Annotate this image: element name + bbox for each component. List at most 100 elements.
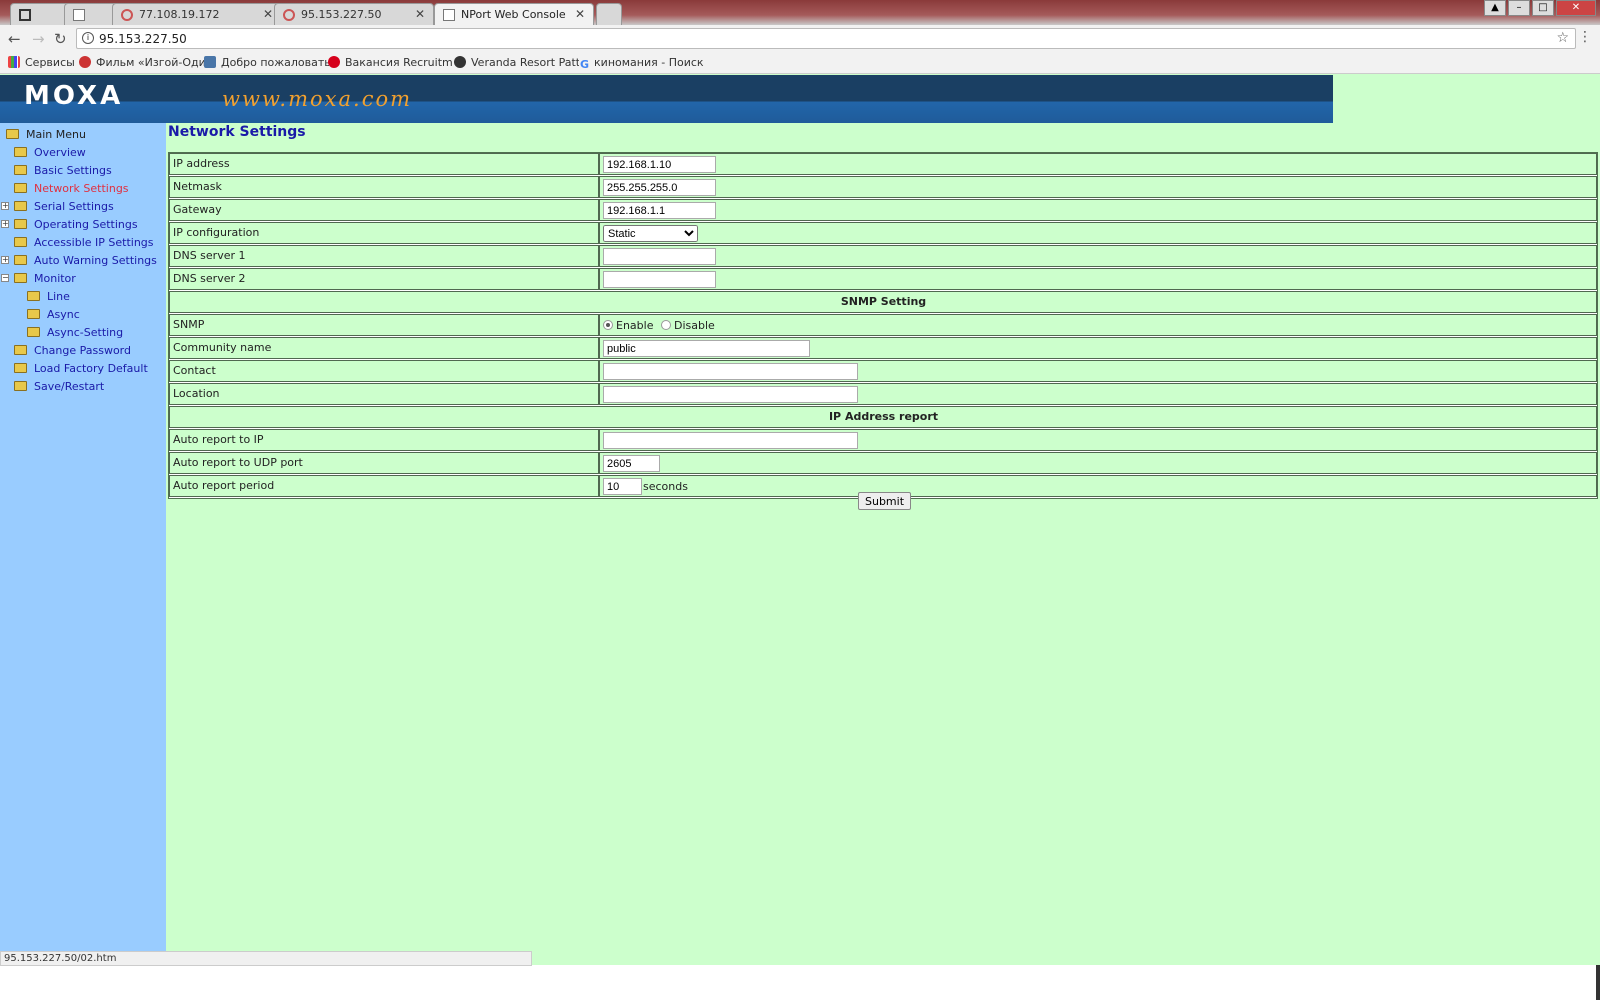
row-gateway: Gateway (169, 199, 1597, 222)
ip-address-input[interactable] (603, 156, 716, 173)
sidebar-root[interactable]: Main Menu (6, 128, 86, 141)
folder-icon (27, 327, 40, 337)
page-icon (443, 9, 455, 21)
bookmark-star-icon[interactable]: ☆ (1556, 30, 1569, 46)
sidebar-item-overview[interactable]: Overview (14, 146, 86, 159)
field-label: Auto report to IP (169, 429, 599, 451)
page-content: MOXA www.moxa.com Main Menu Overview Bas… (0, 74, 1600, 965)
network-settings-form: IP address Netmask Gateway IP configurat… (168, 152, 1598, 499)
location-input[interactable] (603, 386, 858, 403)
url-text: 95.153.227.50 (99, 32, 187, 46)
dns-server-1-input[interactable] (603, 248, 716, 265)
bookmark-apps[interactable]: Сервисы (8, 56, 75, 69)
field-label: Contact (169, 360, 599, 382)
sidebar-item-change-password[interactable]: Change Password (14, 344, 131, 357)
bookmarks-bar: Сервисы Фильм «Изгой-Один Добро пожалова… (0, 52, 1600, 74)
sidebar-item-auto-warning[interactable]: + Auto Warning Settings (1, 254, 157, 267)
row-ip-address: IP address (169, 153, 1597, 176)
tab-label: 95.153.227.50 (301, 8, 382, 21)
new-tab-button[interactable] (596, 3, 622, 25)
open-folder-icon (6, 129, 19, 139)
field-label: Netmask (169, 176, 599, 198)
snmp-section-header: SNMP Setting (169, 291, 1597, 313)
tab-pinned-1[interactable] (10, 3, 70, 25)
field-label: SNMP (169, 314, 599, 336)
sidebar-menu: Main Menu Overview Basic Settings Networ… (0, 123, 166, 965)
info-icon[interactable]: i (82, 32, 94, 44)
field-label: Community name (169, 337, 599, 359)
sidebar-item-monitor[interactable]: − Monitor (1, 272, 76, 285)
dns-server-2-input[interactable] (603, 271, 716, 288)
submit-button[interactable]: Submit (858, 492, 912, 510)
forward-icon[interactable]: → (32, 30, 45, 48)
tab-3[interactable]: 77.108.19.172 ✕ (112, 3, 282, 25)
sidebar-item-line[interactable]: Line (27, 290, 70, 303)
bookmark-tripadvisor[interactable]: Veranda Resort Patta (454, 56, 579, 69)
close-tab-icon[interactable]: ✕ (263, 7, 273, 21)
hh-icon (328, 56, 340, 68)
folder-icon (27, 291, 40, 301)
sidebar-item-async-setting[interactable]: Async-Setting (27, 326, 123, 339)
sidebar-item-network-settings[interactable]: Network Settings (14, 182, 129, 195)
sidebar-item-load-factory-default[interactable]: Load Factory Default (14, 362, 148, 375)
row-dns1: DNS server 1 (169, 245, 1597, 268)
sidebar-item-async[interactable]: Async (27, 308, 80, 321)
snmp-disable-radio[interactable]: Disable (660, 319, 715, 332)
auto-report-port-input[interactable] (603, 455, 660, 472)
row-ip-configuration: IP configuration Static (169, 222, 1597, 245)
tab-pinned-2[interactable] (64, 3, 119, 25)
field-label: Auto report period (169, 475, 599, 497)
expand-icon[interactable]: + (1, 220, 9, 228)
bookmark-film[interactable]: Фильм «Изгой-Один (79, 56, 204, 69)
auto-report-ip-input[interactable] (603, 432, 858, 449)
field-label: DNS server 1 (169, 245, 599, 267)
sidebar-item-accessible-ip[interactable]: Accessible IP Settings (14, 236, 154, 249)
gateway-input[interactable] (603, 202, 716, 219)
folder-icon (14, 345, 27, 355)
moxa-logo: MOXA (24, 81, 124, 111)
sidebar-item-basic-settings[interactable]: Basic Settings (14, 164, 112, 177)
maximize-button[interactable]: □ (1532, 0, 1554, 16)
contact-input[interactable] (603, 363, 858, 380)
snmp-enable-radio[interactable]: Enable (603, 319, 653, 332)
sidebar-item-operating-settings[interactable]: + Operating Settings (1, 218, 138, 231)
auto-report-period-input[interactable] (603, 478, 642, 495)
bookmark-hh[interactable]: Вакансия Recruitmer (328, 56, 453, 69)
sidebar-item-serial-settings[interactable]: + Serial Settings (1, 200, 114, 213)
menu-icon[interactable]: ⋮ (1578, 29, 1592, 45)
bookmark-vk[interactable]: Добро пожаловать (204, 56, 329, 69)
community-name-input[interactable] (603, 340, 810, 357)
user-icon[interactable]: ▲ (1484, 0, 1506, 16)
window-controls: ▲ – □ ✕ (1484, 0, 1596, 16)
tab-4[interactable]: 95.153.227.50 ✕ (274, 3, 434, 25)
field-label: IP configuration (169, 222, 599, 244)
row-location: Location (169, 383, 1597, 406)
collapse-icon[interactable]: − (1, 274, 9, 282)
back-icon[interactable]: ← (8, 30, 21, 48)
netmask-input[interactable] (603, 179, 716, 196)
folder-icon (14, 363, 27, 373)
expand-icon[interactable]: + (1, 256, 9, 264)
seconds-unit: seconds (643, 480, 688, 493)
tab-active[interactable]: NPort Web Console ✕ (434, 3, 594, 25)
sidebar-item-save-restart[interactable]: Save/Restart (14, 380, 104, 393)
reload-icon[interactable]: ↻ (54, 30, 67, 48)
field-label: IP address (169, 153, 599, 175)
address-bar-row: ← → ↻ i 95.153.227.50 ☆ ⋮ (0, 25, 1600, 52)
row-report-ip: Auto report to IP (169, 429, 1597, 452)
ip-configuration-select[interactable]: Static (603, 225, 698, 242)
radio-selected-icon (603, 320, 613, 330)
close-window-button[interactable]: ✕ (1556, 0, 1596, 16)
folder-icon (14, 237, 27, 247)
minimize-button[interactable]: – (1508, 0, 1530, 16)
close-tab-icon[interactable]: ✕ (575, 7, 585, 21)
expand-icon[interactable]: + (1, 202, 9, 210)
url-input[interactable]: i 95.153.227.50 ☆ (76, 28, 1576, 49)
folder-icon (27, 309, 40, 319)
bookmark-google[interactable]: Gкиномания - Поиск (580, 56, 704, 70)
folder-icon (14, 381, 27, 391)
favicon-icon (19, 9, 31, 21)
page-title: Network Settings (168, 124, 306, 140)
close-tab-icon[interactable]: ✕ (415, 7, 425, 21)
scrollbar[interactable] (1596, 965, 1600, 1000)
